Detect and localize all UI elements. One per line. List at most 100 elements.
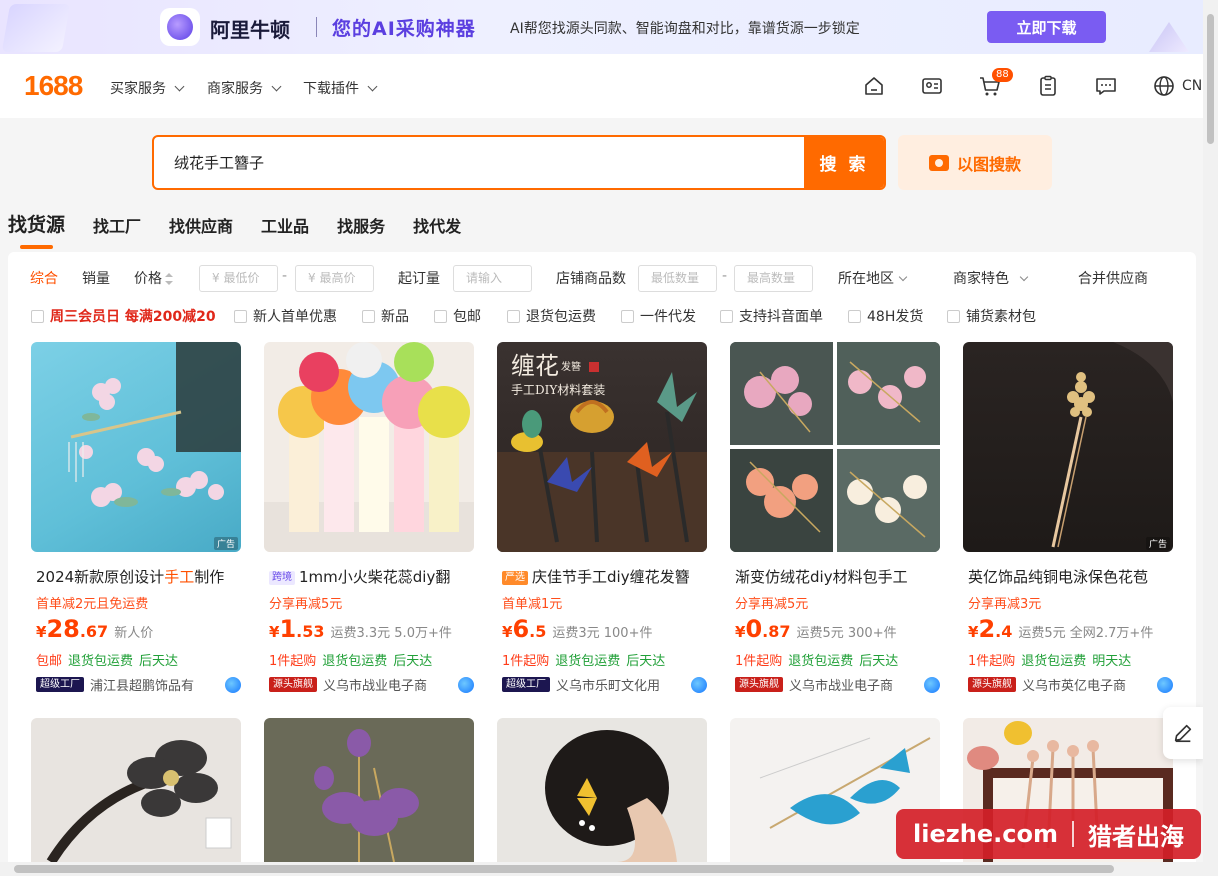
price-min-input[interactable]: ¥ 最低价	[199, 265, 278, 292]
shop-info[interactable]: 源头旗舰 义乌市战业电子商	[735, 675, 940, 694]
shop-name[interactable]: 义乌市战业电子商	[789, 675, 918, 694]
check-new-user[interactable]: 新人首单优惠	[234, 306, 337, 326]
store-max-input[interactable]: 最高数量	[734, 265, 813, 292]
check-return-freight[interactable]: 退货包运费	[507, 306, 596, 326]
product-image[interactable]	[730, 342, 940, 552]
check-douyin-waybill[interactable]: 支持抖音面单	[720, 306, 823, 326]
check-new-product[interactable]: 新品	[362, 306, 409, 326]
product-title[interactable]: 英亿饰品纯铜电泳保色花苞	[968, 566, 1173, 587]
product-card[interactable]	[31, 718, 241, 862]
nav-buyer-services[interactable]: 买家服务	[110, 78, 185, 98]
search-input[interactable]	[154, 137, 806, 188]
horizontal-scrollbar[interactable]	[0, 862, 1203, 876]
check-dropship[interactable]: 一件代发	[621, 306, 696, 326]
product-image[interactable]	[497, 718, 707, 862]
vertical-scrollbar[interactable]	[1203, 0, 1218, 876]
product-image[interactable]	[264, 342, 474, 552]
thumb-title: 缠花	[511, 352, 559, 380]
product-image[interactable]: 广告	[31, 342, 241, 552]
region-filter[interactable]: 所在地区	[838, 268, 908, 288]
checkbox[interactable]	[507, 309, 520, 323]
feature-label: 商家特色	[953, 271, 1009, 287]
price-max-input[interactable]: ¥ 最高价	[295, 265, 374, 292]
product-image[interactable]	[31, 718, 241, 862]
product-image[interactable]: 广告	[963, 342, 1173, 552]
check-free-shipping[interactable]: 包邮	[434, 306, 481, 326]
product-card[interactable]: 广告 2024新款原创设计手工制作 首单减2元且免运费 ¥28.67 新人价 包邮…	[31, 342, 241, 694]
checkbox[interactable]	[434, 309, 447, 323]
orders-icon[interactable]	[1036, 74, 1060, 98]
product-card[interactable]: 广告 英亿饰品纯铜电泳保色花苞 分享再减3元 ¥2.4 运费5元 全网2.7万+件…	[963, 342, 1173, 694]
price-integer: 6	[512, 615, 530, 643]
check-material-pack[interactable]: 铺货素材包	[947, 306, 1036, 326]
product-image[interactable]: 缠花 发簪 手工DIY材料套装	[497, 342, 707, 552]
workbench-icon[interactable]	[920, 74, 944, 98]
tab-find-supplier[interactable]: 找供应商	[169, 213, 233, 237]
checkbox[interactable]	[947, 309, 960, 323]
shop-name[interactable]: 义乌市英亿电子商	[1022, 675, 1151, 694]
checkbox[interactable]	[31, 309, 44, 323]
store-min-input[interactable]: 最低数量	[638, 265, 717, 292]
moq-input[interactable]: 请输入	[453, 265, 532, 292]
merge-supplier-toggle[interactable]: 合并供应商	[1078, 268, 1148, 288]
nav-label: 商家服务	[207, 81, 263, 97]
wangwang-chat-icon[interactable]	[225, 676, 241, 693]
tab-dropship[interactable]: 找代发	[413, 213, 461, 237]
product-title[interactable]: 严选 庆佳节手工diy缠花发簪	[502, 566, 707, 587]
chevron-down-icon	[174, 81, 185, 91]
language-switch[interactable]: CN	[1182, 78, 1202, 94]
feedback-edit-button[interactable]	[1163, 707, 1203, 759]
tab-find-service[interactable]: 找服务	[337, 213, 385, 237]
product-card[interactable]	[497, 718, 707, 862]
download-button[interactable]: 立即下载	[987, 11, 1106, 43]
service-tag: 退货包运费	[322, 654, 388, 669]
checkbox[interactable]	[848, 309, 861, 323]
tab-industrial[interactable]: 工业品	[261, 213, 309, 237]
shop-info[interactable]: 超级工厂 义乌市乐町文化用	[502, 675, 707, 694]
product-card[interactable]: 缠花 发簪 手工DIY材料套装 严选 庆佳节手工diy缠花发簪 首单减1元 ¥6.…	[497, 342, 707, 694]
product-image[interactable]	[264, 718, 474, 862]
wangwang-chat-icon[interactable]	[1157, 676, 1173, 693]
wangwang-chat-icon[interactable]	[924, 676, 940, 693]
scrollbar-thumb[interactable]	[14, 865, 1114, 873]
shop-info[interactable]: 源头旗舰 义乌市战业电子商	[269, 675, 474, 694]
product-title[interactable]: 2024新款原创设计手工制作	[36, 566, 241, 587]
shop-info[interactable]: 超级工厂 浦江县超鹏饰品有	[36, 675, 241, 694]
search-button[interactable]: 搜 索	[804, 137, 884, 188]
feature-filter[interactable]: 商家特色	[953, 268, 1029, 288]
check-member-day[interactable]: 周三会员日 每满200减20	[31, 306, 216, 326]
product-card[interactable]: 渐变仿绒花diy材料包手工 分享再减5元 ¥0.87 运费5元 300+件 1件起…	[730, 342, 940, 694]
tab-find-goods[interactable]: 找货源	[8, 210, 65, 249]
checkbox[interactable]	[720, 309, 733, 323]
globe-icon[interactable]	[1152, 74, 1176, 98]
nav-seller-services[interactable]: 商家服务	[207, 78, 282, 98]
product-title[interactable]: 渐变仿绒花diy材料包手工	[735, 566, 940, 587]
sort-sales[interactable]: 销量	[82, 268, 110, 288]
tab-find-factory[interactable]: 找工厂	[93, 213, 141, 237]
site-logo[interactable]: 1688	[24, 70, 83, 102]
checkbox[interactable]	[621, 309, 634, 323]
promo-banner[interactable]: 阿里牛顿 您的AI采购神器 AI帮您找源头同款、智能询盘和对比，靠谱货源一步锁定…	[0, 0, 1203, 54]
image-search-button[interactable]: 以图搜款	[898, 135, 1052, 190]
check-48h-ship[interactable]: 48H发货	[848, 306, 923, 326]
sort-price[interactable]: 价格	[134, 268, 173, 288]
nav-download-plugin[interactable]: 下载插件	[303, 78, 378, 98]
shop-name[interactable]: 浦江县超鹏饰品有	[90, 675, 219, 694]
price-meta: 新人价	[114, 626, 154, 641]
wangwang-chat-icon[interactable]	[691, 676, 707, 693]
product-card[interactable]: 跨境 1mm小火柴花蕊diy翻 分享再减5元 ¥1.53 运费3.3元 5.0万+件…	[264, 342, 474, 694]
shop-name[interactable]: 义乌市战业电子商	[323, 675, 452, 694]
message-icon[interactable]	[1094, 74, 1118, 98]
scrollbar-thumb[interactable]	[1207, 14, 1214, 144]
wangwang-chat-icon[interactable]	[458, 676, 474, 693]
title-highlight: 手工	[164, 568, 195, 586]
checkbox[interactable]	[362, 309, 375, 323]
product-card[interactable]	[264, 718, 474, 862]
checkbox[interactable]	[234, 309, 247, 323]
shop-name[interactable]: 义乌市乐町文化用	[556, 675, 685, 694]
shop-info[interactable]: 源头旗舰 义乌市英亿电子商	[968, 675, 1173, 694]
title-text: 英亿饰品纯铜电泳保色花苞	[968, 568, 1149, 586]
product-title[interactable]: 跨境 1mm小火柴花蕊diy翻	[269, 566, 474, 587]
sort-default[interactable]: 综合	[30, 268, 58, 288]
home-icon[interactable]	[862, 74, 886, 98]
